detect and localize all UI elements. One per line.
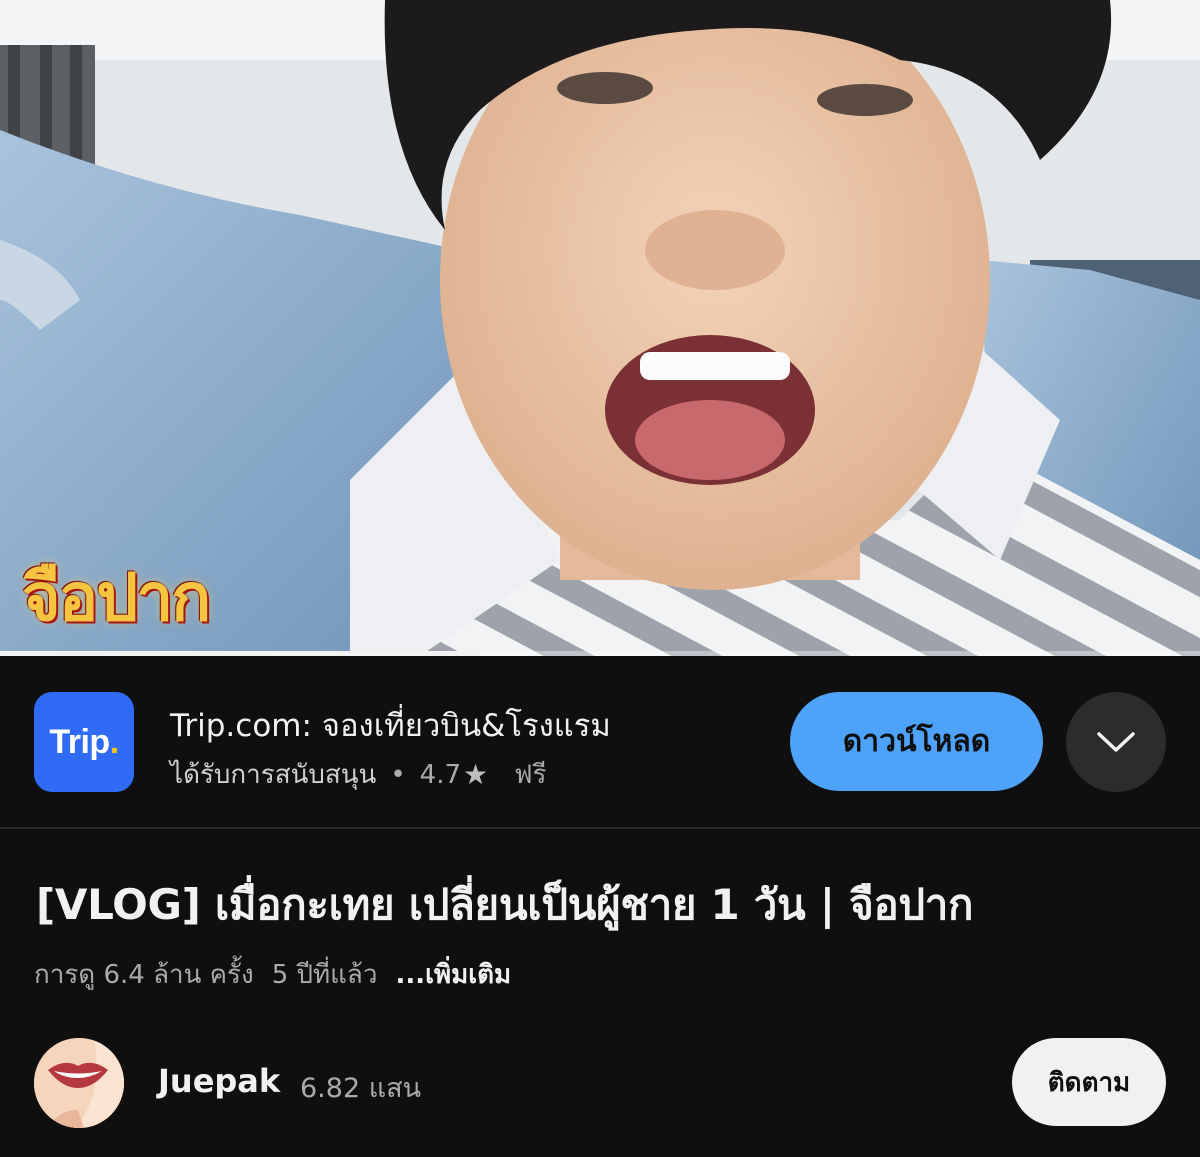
expand-ad-button[interactable] [1066,692,1166,792]
app-logo-text: Trip. [49,722,119,762]
view-count: การดู 6.4 ล้าน ครั้ง [34,960,254,990]
sponsored-ad[interactable]: Trip. Trip.com: จองเที่ยวบิน&โรงแรม ได้ร… [0,656,1200,828]
video-player[interactable]: จือปาก [0,0,1200,656]
app-price: ฟรี [514,760,547,790]
sponsored-label: ได้รับการสนับสนุน [170,760,377,790]
subscribe-button[interactable]: ติดตาม [1012,1038,1166,1126]
chevron-down-icon [1097,732,1135,752]
app-logo[interactable]: Trip. [34,692,134,792]
app-logo-dot: . [109,722,119,761]
ad-meta: ได้รับการสนับสนุน • 4.7 ★ ฟรี [170,754,547,795]
show-more-link[interactable]: ...เพิ่มเติม [395,960,511,990]
meta-separator: • [390,759,406,790]
video-title[interactable]: [VLOG] เมื่อกะเทย เปลี่ยนเป็นผู้ชาย 1 วั… [36,872,973,938]
video-meta[interactable]: การดู 6.4 ล้าน ครั้ง 5 ปีที่แล้ว ...เพิ่มเ… [34,954,511,995]
star-icon: ★ [463,758,489,791]
app-logo-word: Trip [49,722,110,761]
ad-title[interactable]: Trip.com: จองเที่ยวบิน&โรงแรม [170,700,611,750]
download-button[interactable]: ดาวน์โหลด [790,692,1043,791]
channel-avatar[interactable] [34,1038,124,1128]
channel-watermark: จือปาก [22,558,211,636]
lips-avatar-icon [34,1038,124,1128]
channel-name[interactable]: Juepak [158,1062,280,1100]
subscriber-count: 6.82 แสน [300,1073,422,1104]
section-divider [0,827,1200,829]
upload-age: 5 ปีที่แล้ว [271,960,378,990]
app-rating: 4.7 [419,759,462,790]
